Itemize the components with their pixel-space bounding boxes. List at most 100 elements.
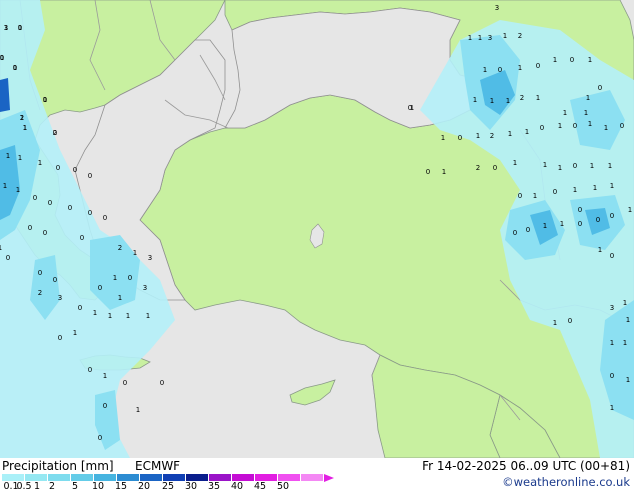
precip-value-label: 0 — [68, 204, 72, 212]
legend-swatch — [94, 474, 117, 481]
precip-value-label: 1 — [473, 96, 477, 104]
legend-swatch — [232, 474, 255, 481]
legend-swatch — [140, 474, 163, 481]
precip-value-label: 1 — [468, 34, 472, 42]
precip-value-label: 3 — [610, 304, 614, 312]
legend-swatch — [2, 474, 25, 481]
precip-value-label: 1 — [610, 339, 614, 347]
precip-value-label: 1 — [623, 339, 627, 347]
precip-value-label: 1 — [588, 120, 592, 128]
precip-value-label: 0 — [28, 224, 32, 232]
precip-value-label: 0 — [578, 220, 582, 228]
precip-value-label: 0 — [88, 366, 92, 374]
precip-value-label: 0 — [43, 229, 47, 237]
precip-value-label: 0 — [6, 254, 10, 262]
precip-value-label: 1 — [483, 66, 487, 74]
precip-value-label: 1 — [536, 94, 540, 102]
precip-value-label: 1 — [588, 56, 592, 64]
precip-value-label: 1 — [146, 312, 150, 320]
legend-label: 5 — [71, 481, 79, 492]
precip-value-label: 0 — [526, 226, 530, 234]
precip-value-label: 0 — [0, 54, 4, 62]
precip-value-label: 0 — [98, 434, 102, 442]
precip-value-label: 0 — [103, 214, 107, 222]
legend-label: 10 — [91, 481, 105, 492]
legend-swatch — [25, 474, 48, 481]
precip-value-label: 1 — [108, 312, 112, 320]
precip-value-label: 1 — [513, 159, 517, 167]
precip-value-label: 1 — [628, 206, 632, 214]
precip-value-label: 0 — [573, 162, 577, 170]
legend-swatch — [163, 474, 186, 481]
precip-value-label: 1 — [6, 152, 10, 160]
precip-value-label: 0 — [53, 276, 57, 284]
precip-value-label: 0 — [98, 284, 102, 292]
precip-value-label: 1 — [525, 128, 529, 136]
precip-value-label: 1 — [18, 154, 22, 162]
precip-value-label: 0 — [88, 209, 92, 217]
legend-label: 15 — [114, 481, 128, 492]
precip-value-label: 1 — [610, 182, 614, 190]
legend-label: 0.5 — [16, 481, 32, 492]
precip-value-label: 0 — [570, 56, 574, 64]
legend-swatch — [186, 474, 209, 481]
legend-label: 50 — [276, 481, 290, 492]
precip-value-label: 1 — [610, 404, 614, 412]
precip-value-label: 1 — [584, 109, 588, 117]
precip-value-label: 2 — [118, 244, 122, 252]
precip-value-label: 1 — [608, 162, 612, 170]
precip-value-label: 1 — [73, 329, 77, 337]
legend-swatch — [255, 474, 278, 481]
map-title: Precipitation [mm] — [2, 459, 114, 473]
precip-value-label: 1 — [126, 312, 130, 320]
precip-value-label: 1 — [626, 316, 630, 324]
precip-value-label: 0 — [160, 379, 164, 387]
credit-link[interactable]: ©weatheronline.co.uk — [502, 475, 630, 489]
map-footer: Precipitation [mm] ECMWF Fr 14-02-2025 0… — [0, 458, 634, 492]
precip-value-label: 1 — [23, 124, 27, 132]
precip-value-label: 1 — [543, 161, 547, 169]
precip-value-label: 1 — [604, 124, 608, 132]
precip-value-label: 1 — [38, 159, 42, 167]
precip-value-label: 2 — [520, 94, 524, 102]
precip-value-label: 0 — [88, 172, 92, 180]
precip-value-label: 0 — [578, 206, 582, 214]
precip-value-label: 0 — [598, 84, 602, 92]
precip-value-label: 0 — [128, 274, 132, 282]
precip-value-label: 2 — [476, 164, 480, 172]
weather-map-panel: 1010011011100011000000002301111100100010… — [0, 0, 634, 492]
precip-value-label: 2 — [38, 289, 42, 297]
precip-value-label: 0 — [498, 66, 502, 74]
precip-value-label: 1 — [558, 164, 562, 172]
precip-value-label: 0 — [80, 234, 84, 242]
precipitation-map: 1 01001101 110 001 1000000002301 1 1 110010 00 10… — [0, 0, 634, 458]
precip-value-label: 1 — [113, 274, 117, 282]
precip-value-label: 1 — [518, 64, 522, 72]
precip-value-label: 3 — [4, 24, 8, 32]
precip-value-label: 0 — [38, 269, 42, 277]
precip-value-label: 1 — [43, 96, 47, 104]
precip-value-label: 3 — [148, 254, 152, 262]
precip-value-label: 1 — [508, 130, 512, 138]
precip-value-label: 1 — [442, 168, 446, 176]
precip-value-label: 0 — [408, 104, 412, 112]
precip-value-label: 0 — [568, 317, 572, 325]
precip-value-label: 0 — [540, 124, 544, 132]
precip-value-label: 1 — [506, 97, 510, 105]
precip-value-label: 0 — [573, 122, 577, 130]
legend-label: 20 — [137, 481, 151, 492]
precip-value-label: 0 — [596, 216, 600, 224]
legend-label: 2 — [48, 481, 56, 492]
precip-value-label: 1 — [563, 109, 567, 117]
precip-value-label: 1 — [136, 406, 140, 414]
precip-value-label: 1 — [553, 319, 557, 327]
precip-value-label: 1 — [476, 132, 480, 140]
precip-value-label: 3 — [58, 294, 62, 302]
precip-value-label: 1 — [490, 97, 494, 105]
precip-value-label: 1 — [593, 184, 597, 192]
precip-value-label: 0 — [536, 62, 540, 70]
precip-value-label: 1 — [543, 222, 547, 230]
forecast-datetime: Fr 14-02-2025 06..09 UTC (00+81) — [422, 459, 630, 473]
precip-value-label: 2 — [490, 132, 494, 140]
precip-value-label: 1 — [560, 220, 564, 228]
